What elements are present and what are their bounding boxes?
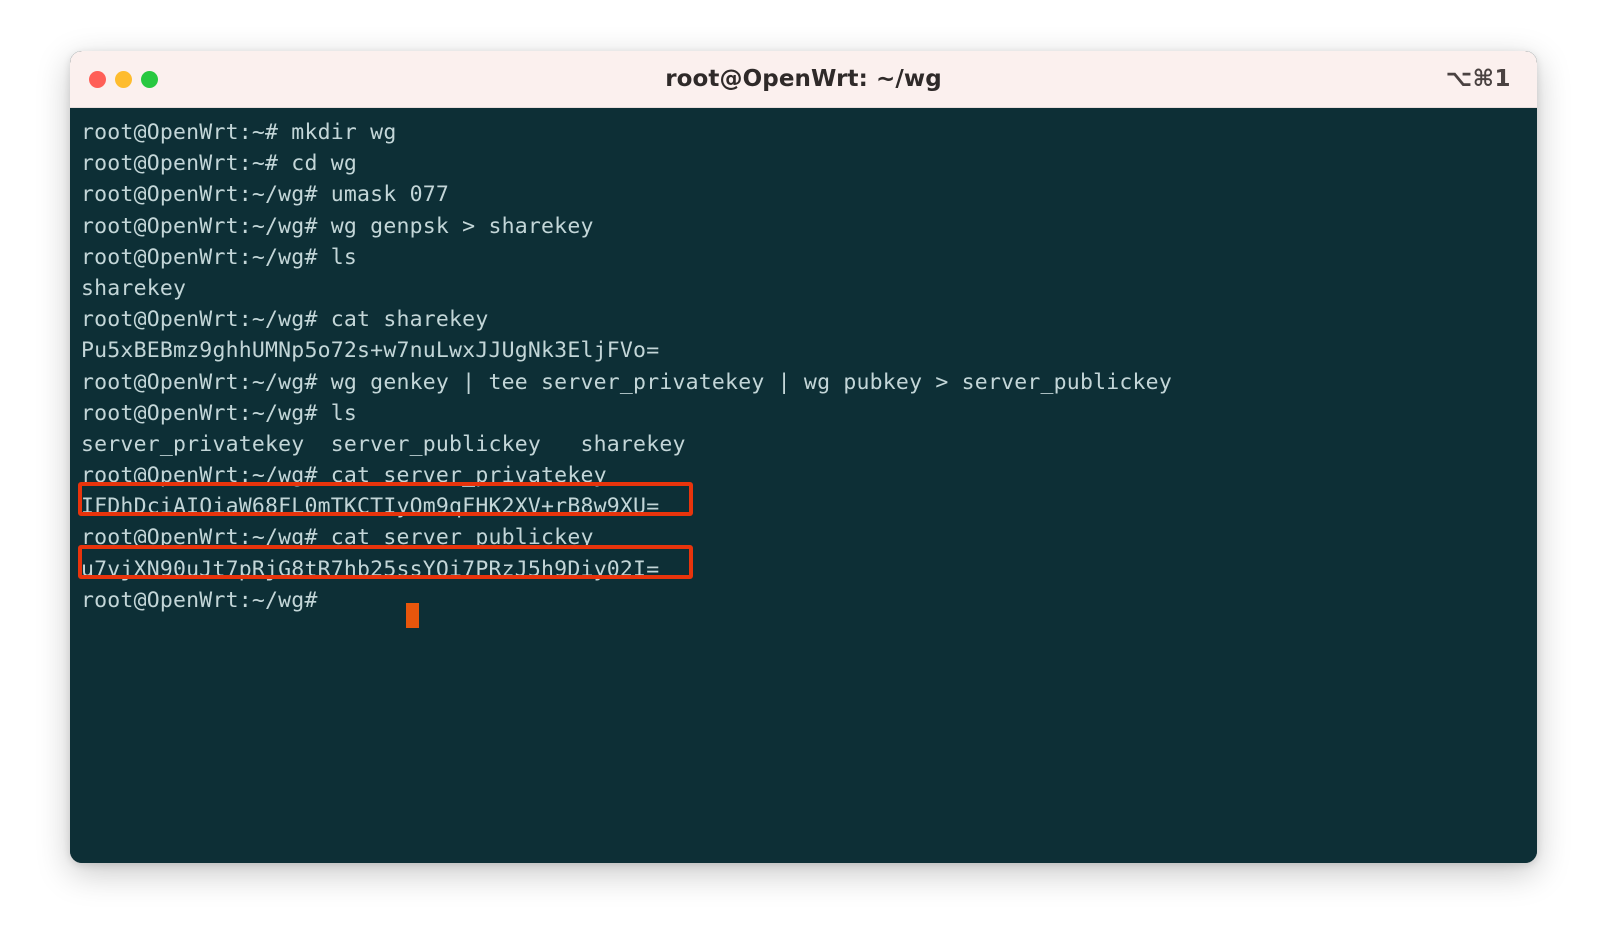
terminal-output[interactable]: root@OpenWrt:~# mkdir wg root@OpenWrt:~#… <box>70 108 1537 863</box>
terminal-cursor <box>406 603 419 628</box>
terminal-line: root@OpenWrt:~/wg# ls <box>81 244 358 270</box>
maximize-button[interactable] <box>141 70 158 88</box>
terminal-line: sharekey <box>81 275 187 301</box>
terminal-line: root@OpenWrt:~/wg# wg genkey | tee serve… <box>81 369 1172 395</box>
terminal-line: root@OpenWrt:~/wg# cat sharekey <box>81 307 489 333</box>
terminal-line-private-key-value: IFDhDciAIOiaW68FL0mTKCTIyQm9qFHK2XV+rB8w… <box>81 494 660 520</box>
terminal-line: root@OpenWrt:~/wg# umask 077 <box>81 182 450 208</box>
minimize-button[interactable] <box>115 70 132 88</box>
terminal-line: root@OpenWrt:~/wg# cat server_publickey <box>81 525 594 551</box>
screenshot-root: root@OpenWrt: ~/wg ⌥⌘1 root@OpenWrt:~# m… <box>0 0 1608 950</box>
terminal-line-sharekey-value: Pu5xBEBmz9ghhUMNp5o72s+w7nuLwxJJUgNk3Elj… <box>81 338 660 364</box>
window-title: root@OpenWrt: ~/wg <box>665 66 942 92</box>
terminal-line-ls-output: server_privatekey server_publickey share… <box>81 431 686 457</box>
terminal-line: root@OpenWrt:~# mkdir wg <box>81 120 397 145</box>
window-shortcut-label: ⌥⌘1 <box>1445 66 1511 92</box>
terminal-line: root@OpenWrt:~# cd wg <box>81 151 358 177</box>
terminal-line: root@OpenWrt:~/wg# cat server_privatekey <box>81 463 607 489</box>
close-button[interactable] <box>89 70 106 88</box>
window-titlebar[interactable]: root@OpenWrt: ~/wg ⌥⌘1 <box>70 51 1537 108</box>
terminal-line: root@OpenWrt:~/wg# wg genpsk > sharekey <box>81 213 594 239</box>
terminal-line-prompt: root@OpenWrt:~/wg# <box>81 587 331 613</box>
terminal-line: root@OpenWrt:~/wg# ls <box>81 400 358 426</box>
terminal-window: root@OpenWrt: ~/wg ⌥⌘1 root@OpenWrt:~# m… <box>70 51 1537 863</box>
terminal-line-public-key-value: u7vjXN90uJt7pRjG8tR7hb25ssYOi7PRzJ5h9Diy… <box>81 556 660 582</box>
window-controls <box>89 51 158 107</box>
